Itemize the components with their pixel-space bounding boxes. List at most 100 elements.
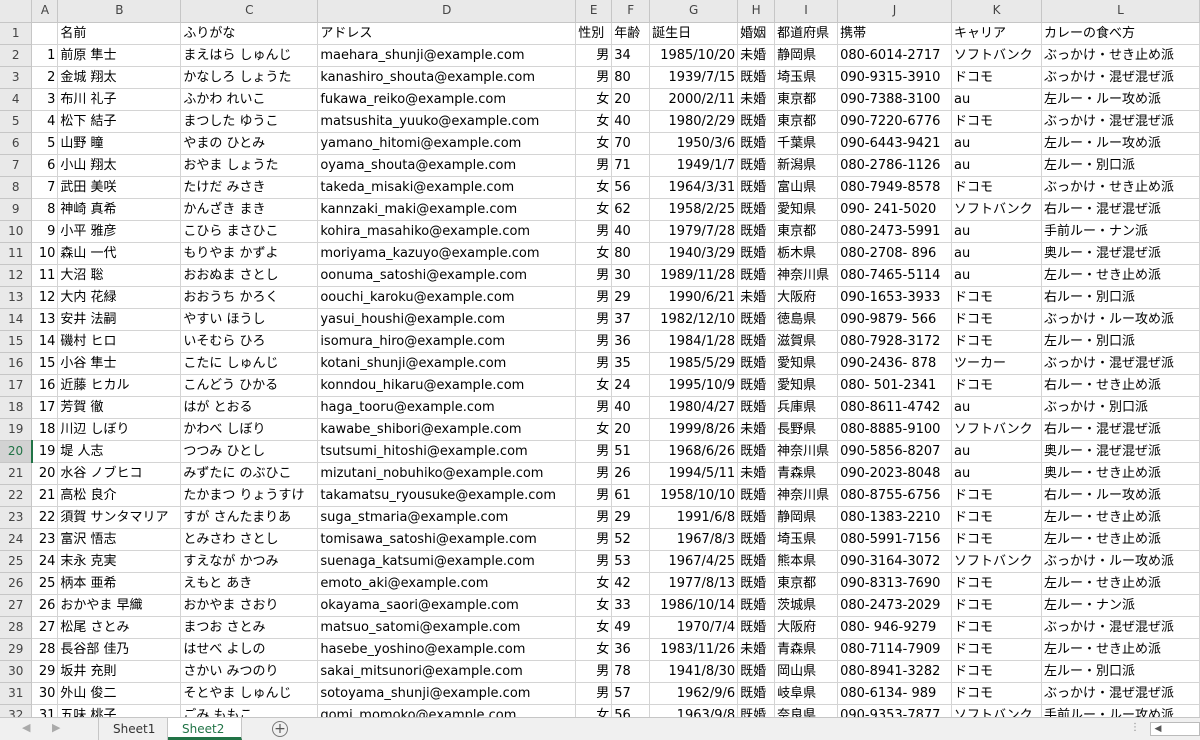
cell[interactable]: 未婚 (737, 88, 776, 111)
cell[interactable]: 既婚 (737, 660, 776, 683)
cell[interactable]: 左ルー・別口派 (1041, 154, 1200, 177)
cell[interactable]: おおうち かろく (180, 286, 319, 309)
column-header-l[interactable]: L (1041, 0, 1200, 23)
cell[interactable]: ツーカー (951, 352, 1042, 375)
cell[interactable]: 1999/8/26 (649, 418, 739, 441)
cell[interactable]: 57 (611, 682, 651, 705)
cell[interactable]: 78 (611, 660, 651, 683)
cell[interactable]: はが とおる (180, 396, 319, 419)
cell[interactable]: au (951, 462, 1042, 485)
cell[interactable]: 既婚 (737, 506, 776, 529)
cell[interactable]: 神奈川県 (774, 440, 839, 463)
row-header[interactable]: 15 (0, 330, 33, 353)
cell[interactable]: 1994/5/11 (649, 462, 739, 485)
cell[interactable]: kanashiro_shouta@example.com (317, 66, 577, 89)
cell[interactable]: au (951, 396, 1042, 419)
cell[interactable]: 080-5991-7156 (837, 528, 953, 551)
cell[interactable]: 1990/6/21 (649, 286, 739, 309)
cell[interactable]: 080-2708- 896 (837, 242, 953, 265)
cell[interactable]: 080-2473-5991 (837, 220, 953, 243)
column-header-b[interactable]: B (57, 0, 182, 23)
cell[interactable]: 富沢 悟志 (57, 528, 182, 551)
cell[interactable]: 2 (31, 66, 59, 89)
cell[interactable]: 既婚 (737, 330, 776, 353)
cell[interactable]: 男 (575, 308, 613, 331)
cell[interactable]: 80 (611, 242, 651, 265)
tab-split-handle-icon[interactable]: ⋮ (1130, 722, 1140, 733)
cell[interactable]: ソフトバンク (951, 704, 1042, 717)
cell[interactable]: au (951, 440, 1042, 463)
cell[interactable]: 左ルー・別口派 (1041, 660, 1200, 683)
cell[interactable]: おかやま 早織 (57, 594, 182, 617)
cell[interactable]: 坂井 充則 (57, 660, 182, 683)
cell[interactable]: 右ルー・ルー攻め派 (1041, 484, 1200, 507)
cell[interactable]: 37 (611, 308, 651, 331)
cell[interactable]: 愛知県 (774, 374, 839, 397)
cell[interactable]: 岐阜県 (774, 682, 839, 705)
cell[interactable]: 男 (575, 550, 613, 573)
scroll-left-icon[interactable]: ◀ (1152, 722, 1164, 736)
cell[interactable]: 1991/6/8 (649, 506, 739, 529)
row-header[interactable]: 7 (0, 154, 33, 177)
cell[interactable]: 手前ルー・ナン派 (1041, 220, 1200, 243)
cell[interactable]: 1977/8/13 (649, 572, 739, 595)
cell[interactable]: 20 (611, 418, 651, 441)
cell[interactable]: こたに しゅんじ (180, 352, 319, 375)
cell[interactable]: 26 (31, 594, 59, 617)
cell[interactable]: さかい みつのり (180, 660, 319, 683)
cell[interactable]: 既婚 (737, 440, 776, 463)
cell[interactable]: 茨城県 (774, 594, 839, 617)
cell[interactable]: 090-9315-3910 (837, 66, 953, 89)
cell[interactable]: 既婚 (737, 550, 776, 573)
cell[interactable]: 女 (575, 572, 613, 595)
cell[interactable]: ぶっかけ・別口派 (1041, 396, 1200, 419)
cell[interactable]: 24 (31, 550, 59, 573)
cell[interactable]: 既婚 (737, 704, 776, 717)
header-cell[interactable]: アドレス (317, 22, 577, 45)
cell[interactable]: 大阪府 (774, 286, 839, 309)
row-header[interactable]: 16 (0, 352, 33, 375)
tab-sheet1[interactable]: Sheet1 (98, 718, 168, 740)
row-header[interactable]: 20 (0, 440, 33, 463)
cell[interactable]: 手前ルー・ルー攻め派 (1041, 704, 1200, 717)
cell[interactable]: 既婚 (737, 154, 776, 177)
cell[interactable]: takeda_misaki@example.com (317, 176, 577, 199)
cell[interactable]: 左ルー・せき止め派 (1041, 572, 1200, 595)
cell[interactable]: 080-7928-3172 (837, 330, 953, 353)
cell[interactable]: 静岡県 (774, 44, 839, 67)
cell[interactable]: 奥ルー・混ぜ混ぜ派 (1041, 440, 1200, 463)
cell[interactable]: ドコモ (951, 308, 1042, 331)
cell[interactable]: 16 (31, 374, 59, 397)
cell[interactable]: かわべ しぼり (180, 418, 319, 441)
cell[interactable]: いそむら ひろ (180, 330, 319, 353)
cell[interactable]: 1949/1/7 (649, 154, 739, 177)
cell[interactable]: 左ルー・せき止め派 (1041, 506, 1200, 529)
cell[interactable]: 1967/8/3 (649, 528, 739, 551)
cell[interactable]: 右ルー・混ぜ混ぜ派 (1041, 418, 1200, 441)
cell[interactable]: 20 (611, 88, 651, 111)
cell[interactable]: 12 (31, 286, 59, 309)
column-header-g[interactable]: G (649, 0, 739, 23)
cell[interactable]: kannzaki_maki@example.com (317, 198, 577, 221)
cell[interactable]: au (951, 88, 1042, 111)
cell[interactable]: ドコモ (951, 660, 1042, 683)
cell[interactable]: 安井 法嗣 (57, 308, 182, 331)
cell[interactable]: かなしろ しょうた (180, 66, 319, 89)
cell[interactable]: 愛知県 (774, 198, 839, 221)
cell[interactable]: 080-1383-2210 (837, 506, 953, 529)
cell[interactable]: 奥ルー・せき止め派 (1041, 462, 1200, 485)
cell[interactable]: 090-2023-8048 (837, 462, 953, 485)
cell[interactable]: 1982/12/10 (649, 308, 739, 331)
cell[interactable]: suga_stmaria@example.com (317, 506, 577, 529)
cell[interactable]: 1962/9/6 (649, 682, 739, 705)
row-header[interactable]: 8 (0, 176, 33, 199)
row-header[interactable]: 10 (0, 220, 33, 243)
cell[interactable]: 80 (611, 66, 651, 89)
cell[interactable]: 56 (611, 704, 651, 717)
cell[interactable]: 既婚 (737, 616, 776, 639)
row-header[interactable]: 22 (0, 484, 33, 507)
cell[interactable]: yasui_houshi@example.com (317, 308, 577, 331)
cell[interactable]: kotani_shunji@example.com (317, 352, 577, 375)
cell[interactable]: 080-2473-2029 (837, 594, 953, 617)
row-header[interactable]: 32 (0, 704, 33, 717)
